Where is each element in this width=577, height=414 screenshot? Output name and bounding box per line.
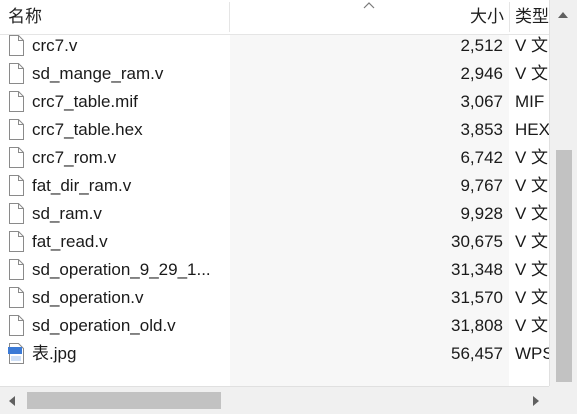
file-type: V 文 [515, 288, 549, 307]
file-icon [8, 287, 24, 308]
file-size: 9,928 [460, 204, 503, 223]
file-name[interactable]: fat_read.v [32, 228, 228, 256]
file-icon [8, 203, 24, 224]
file-type: V 文 [515, 176, 549, 195]
column-header-type-label: 类型 [515, 7, 549, 26]
file-name[interactable]: crc7_table.hex [32, 116, 228, 144]
file-icon [8, 175, 24, 196]
scroll-up-arrow-icon[interactable] [558, 12, 568, 18]
file-name[interactable]: sd_operation_9_29_1... [32, 256, 228, 284]
file-name[interactable]: crc7.v [32, 32, 228, 60]
file-row[interactable]: sd_operation.v 31,570 V 文 [0, 284, 549, 312]
file-size: 56,457 [451, 344, 503, 363]
column-header-type[interactable]: 类型 [515, 0, 549, 34]
vertical-scroll-thumb[interactable] [556, 150, 572, 382]
file-name[interactable]: crc7_rom.v [32, 144, 228, 172]
column-header-bar: 名称 大小 类型 [0, 0, 549, 35]
file-icon [8, 147, 24, 168]
file-name[interactable]: sd_operation.v [32, 284, 228, 312]
file-name[interactable]: sd_ram.v [32, 200, 228, 228]
image-file-icon [8, 343, 24, 364]
file-size: 31,348 [451, 260, 503, 279]
file-size: 3,067 [460, 92, 503, 111]
file-row[interactable]: fat_dir_ram.v 9,767 V 文 [0, 172, 549, 200]
horizontal-scrollbar[interactable] [0, 386, 549, 414]
scroll-left-arrow-icon[interactable] [9, 396, 15, 406]
file-type: V 文 [515, 316, 549, 335]
scroll-right-arrow-icon[interactable] [533, 396, 539, 406]
file-size: 2,946 [460, 64, 503, 83]
file-row[interactable]: crc7_table.hex 3,853 HEX [0, 116, 549, 144]
file-name[interactable]: 表.jpg [32, 340, 228, 368]
file-rows: crc7.v 2,512 V 文 sd_mange_ram.v 2,946 V 文 crc7… [0, 32, 549, 368]
file-icon [8, 231, 24, 252]
file-type: MIF [515, 92, 545, 111]
file-icon [8, 63, 24, 84]
file-type: WPS [515, 344, 549, 363]
file-icon [8, 259, 24, 280]
file-icon [8, 91, 24, 112]
file-type: V 文 [515, 232, 549, 251]
file-icon [8, 315, 24, 336]
column-header-size[interactable]: 大小 [230, 0, 504, 34]
scrollbar-corner [549, 386, 577, 414]
file-icon [8, 35, 24, 56]
file-row[interactable]: crc7_rom.v 6,742 V 文 [0, 144, 549, 172]
file-size: 3,853 [460, 120, 503, 139]
file-row[interactable]: sd_operation_9_29_1... 31,348 V 文 [0, 256, 549, 284]
file-size: 30,675 [451, 232, 503, 251]
vertical-scrollbar[interactable] [549, 0, 577, 386]
file-type: V 文 [515, 36, 549, 55]
file-name[interactable]: sd_operation_old.v [32, 312, 228, 340]
file-row[interactable]: 表.jpg 56,457 WPS [0, 340, 549, 368]
file-size: 2,512 [460, 36, 503, 55]
file-type: V 文 [515, 148, 549, 167]
column-header-size-label: 大小 [470, 7, 504, 26]
file-name[interactable]: crc7_table.mif [32, 88, 228, 116]
file-name[interactable]: sd_mange_ram.v [32, 60, 228, 88]
file-row[interactable]: crc7_table.mif 3,067 MIF [0, 88, 549, 116]
file-list-view: 名称 大小 类型 crc7.v 2,512 V 文 sd_mange_ram.v 2,9… [0, 0, 577, 414]
file-size: 9,767 [460, 176, 503, 195]
file-row[interactable]: crc7.v 2,512 V 文 [0, 32, 549, 60]
column-divider[interactable] [509, 2, 510, 32]
file-row[interactable]: fat_read.v 30,675 V 文 [0, 228, 549, 256]
horizontal-scroll-thumb[interactable] [27, 392, 221, 409]
column-header-name-label: 名称 [8, 7, 42, 26]
file-type: V 文 [515, 204, 549, 223]
file-row[interactable]: sd_mange_ram.v 2,946 V 文 [0, 60, 549, 88]
file-type: V 文 [515, 64, 549, 83]
file-type: V 文 [515, 260, 549, 279]
file-icon [8, 119, 24, 140]
file-row[interactable]: sd_ram.v 9,928 V 文 [0, 200, 549, 228]
file-size: 31,570 [451, 288, 503, 307]
file-type: HEX [515, 120, 549, 139]
file-size: 31,808 [451, 316, 503, 335]
file-row[interactable]: sd_operation_old.v 31,808 V 文 [0, 312, 549, 340]
column-header-name[interactable]: 名称 [8, 0, 228, 34]
file-name[interactable]: fat_dir_ram.v [32, 172, 228, 200]
file-size: 6,742 [460, 148, 503, 167]
